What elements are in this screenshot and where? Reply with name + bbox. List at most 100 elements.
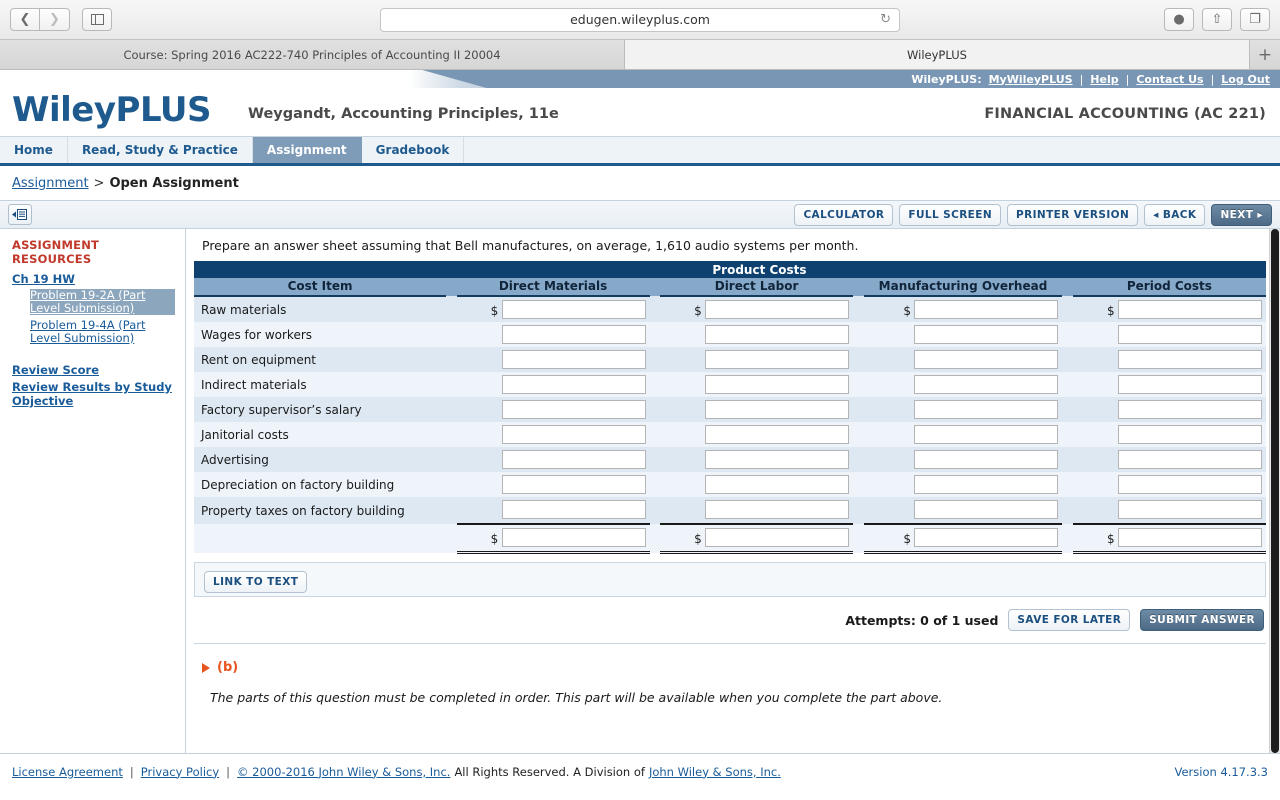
answer-input[interactable] <box>705 450 850 469</box>
answer-input[interactable] <box>705 475 850 494</box>
scrollbar-thumb[interactable] <box>1271 229 1279 753</box>
sidebar-item-review-score[interactable]: Review Score <box>12 363 175 377</box>
answer-input[interactable] <box>501 300 646 319</box>
answer-input[interactable] <box>705 500 850 519</box>
content-scrollbar[interactable] <box>1269 229 1280 753</box>
answer-input[interactable] <box>1118 350 1262 369</box>
answer-input[interactable] <box>501 450 646 469</box>
save-for-later-button[interactable]: SAVE FOR LATER <box>1008 609 1131 631</box>
new-tab-button[interactable]: + <box>1250 40 1280 69</box>
download-icon[interactable]: ● <box>1164 8 1194 31</box>
answer-input[interactable] <box>914 325 1059 344</box>
table-row: Factory supervisor’s salary <box>194 397 1266 422</box>
total-input[interactable] <box>705 528 850 547</box>
cell-direct-labor <box>660 472 854 497</box>
browser-tab-wileyplus[interactable]: WileyPLUS <box>625 40 1250 69</box>
browser-tab-course[interactable]: Course: Spring 2016 AC222-740 Principles… <box>0 40 625 69</box>
forward-icon[interactable]: ❯ <box>40 8 70 31</box>
nav-item-assignment[interactable]: Assignment <box>252 137 362 163</box>
assignment-content: Prepare an answer sheet assuming that Be… <box>186 229 1280 753</box>
answer-input[interactable] <box>914 400 1059 419</box>
nav-item-read-study-practice[interactable]: Read, Study & Practice <box>68 137 253 163</box>
breadcrumb-current: Open Assignment <box>109 175 239 191</box>
answer-input[interactable] <box>1118 325 1262 344</box>
footer-link-copyright[interactable]: © 2000-2016 John Wiley & Sons, Inc. <box>237 765 450 779</box>
cell-gap <box>1062 372 1073 397</box>
answer-input[interactable] <box>914 425 1059 444</box>
sidebar-item-ch19hw[interactable]: Ch 19 HW <box>12 272 175 286</box>
submit-answer-button[interactable]: SUBMIT ANSWER <box>1140 609 1264 631</box>
share-icon[interactable]: ⇧ <box>1202 8 1232 31</box>
part-b-toggle[interactable]: (b) <box>202 660 1266 675</box>
back-button[interactable]: ◂ BACK <box>1144 203 1206 226</box>
utility-link-log-out[interactable]: Log Out <box>1221 73 1270 86</box>
footer-version: Version 4.17.3.3 <box>1174 764 1269 779</box>
assignment-resources-sidebar: ASSIGNMENT RESOURCES Ch 19 HW Problem 19… <box>0 229 186 753</box>
answer-input[interactable] <box>914 350 1059 369</box>
answer-input[interactable] <box>501 500 646 519</box>
answer-input[interactable] <box>501 475 646 494</box>
answer-input[interactable] <box>705 325 850 344</box>
answer-input[interactable] <box>501 350 646 369</box>
answer-input[interactable] <box>705 350 850 369</box>
answer-input[interactable] <box>1118 375 1262 394</box>
answer-input[interactable] <box>1118 400 1262 419</box>
answer-input[interactable] <box>501 400 646 419</box>
cell-gap <box>649 372 661 397</box>
breadcrumb-link-assignment[interactable]: Assignment <box>12 176 89 191</box>
utility-link-help[interactable]: Help <box>1090 73 1118 86</box>
answer-input[interactable] <box>1118 475 1262 494</box>
cell-gap <box>1062 497 1073 524</box>
address-bar[interactable]: edugen.wileyplus.com ↻ <box>380 7 900 32</box>
nav-item-gradebook[interactable]: Gradebook <box>362 137 465 163</box>
show-tabs-icon[interactable]: ❐ <box>1240 8 1270 31</box>
sidebar-item-problem-19-4a[interactable]: Problem 19-4A (Part Level Submission) <box>30 319 175 345</box>
answer-input[interactable] <box>501 375 646 394</box>
answer-input[interactable] <box>914 475 1059 494</box>
total-input[interactable] <box>1118 528 1262 547</box>
cost-item-label: Indirect materials <box>194 372 447 397</box>
total-input[interactable] <box>914 528 1059 547</box>
utility-link-mywileyplus[interactable]: MyWileyPLUS <box>989 73 1073 86</box>
dollar-sign: $ <box>1107 304 1115 318</box>
cell-period-costs <box>1072 372 1266 397</box>
answer-input[interactable] <box>914 375 1059 394</box>
content-inner: Prepare an answer sheet assuming that Be… <box>186 229 1280 705</box>
sidebar-item-review-results[interactable]: Review Results by Study Objective <box>12 380 175 408</box>
dollar-sign: $ <box>903 532 912 546</box>
total-input[interactable] <box>501 528 646 547</box>
answer-input[interactable] <box>705 400 850 419</box>
full-screen-button[interactable]: FULL SCREEN <box>899 203 1002 226</box>
cost-item-label: Rent on equipment <box>194 347 447 372</box>
answer-input[interactable] <box>1118 300 1262 319</box>
answer-input[interactable] <box>1118 500 1262 519</box>
answer-input[interactable] <box>705 300 850 319</box>
table-row: Property taxes on factory building <box>194 497 1266 525</box>
nav-item-home[interactable]: Home <box>0 137 68 163</box>
sidebar-item-problem-19-2a[interactable]: Problem 19-2A (Part Level Submission) <box>30 289 175 315</box>
answer-input[interactable] <box>705 375 850 394</box>
cell-direct-materials <box>456 422 650 447</box>
answer-input[interactable] <box>501 425 646 444</box>
printer-version-button[interactable]: PRINTER VERSION <box>1007 203 1139 226</box>
collapse-panel-icon[interactable] <box>8 204 32 225</box>
wileyplus-logo[interactable]: WileyPLUS <box>12 90 212 130</box>
answer-input[interactable] <box>1118 450 1262 469</box>
reload-icon[interactable]: ↻ <box>880 12 891 27</box>
answer-input[interactable] <box>914 500 1059 519</box>
utility-nav-prefix: WileyPLUS: <box>911 72 982 86</box>
calculator-button[interactable]: CALCULATOR <box>794 203 894 226</box>
answer-input[interactable] <box>705 425 850 444</box>
footer-link-license-agreement[interactable]: License Agreement <box>12 765 123 779</box>
utility-link-contact-us[interactable]: Contact Us <box>1136 73 1203 86</box>
back-icon[interactable]: ❮ <box>10 8 40 31</box>
next-button[interactable]: NEXT ▸ <box>1211 203 1272 226</box>
answer-input[interactable] <box>914 450 1059 469</box>
footer-link-privacy-policy[interactable]: Privacy Policy <box>141 765 219 779</box>
answer-input[interactable] <box>501 325 646 344</box>
link-to-text-button[interactable]: LINK TO TEXT <box>204 571 308 593</box>
sidebar-toggle-icon[interactable] <box>82 8 112 31</box>
answer-input[interactable] <box>1118 425 1262 444</box>
answer-input[interactable] <box>914 300 1059 319</box>
footer-link-division[interactable]: John Wiley & Sons, Inc. <box>649 765 781 779</box>
